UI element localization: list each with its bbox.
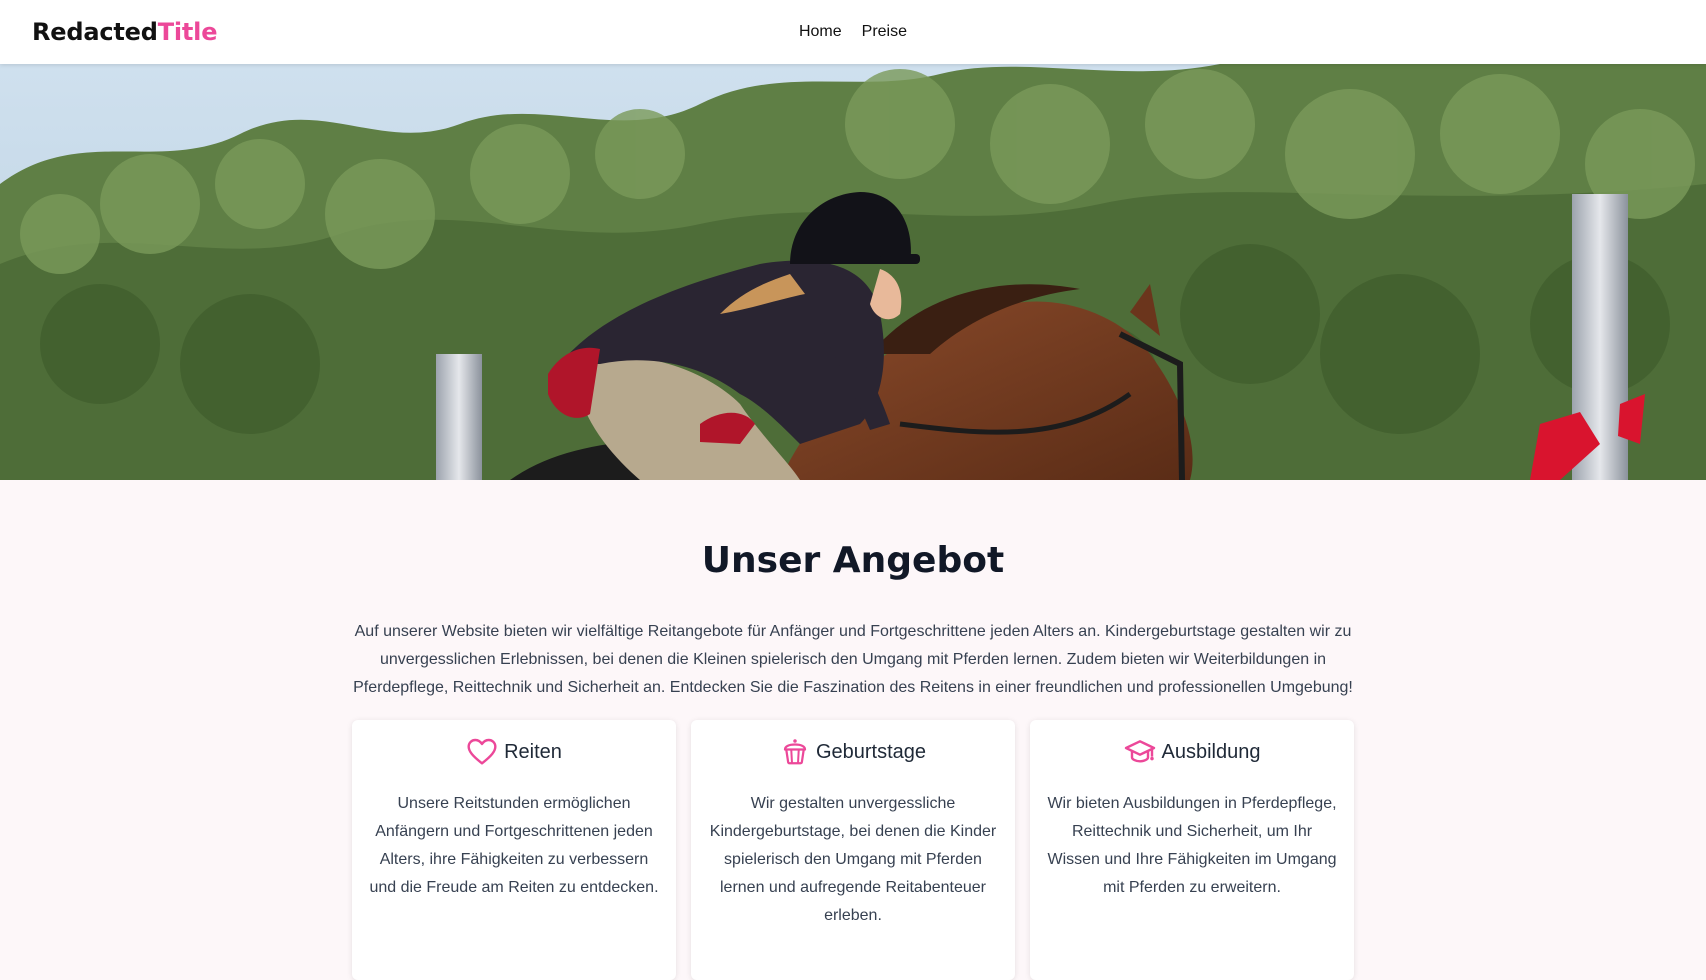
brand-name-part2: Title xyxy=(157,18,218,46)
cake-icon xyxy=(780,737,810,767)
main-nav: Home Preise xyxy=(0,0,1706,64)
heart-icon xyxy=(466,736,498,768)
card-text: Wir bieten Ausbildungen in Pferdepflege,… xyxy=(1047,795,1337,896)
section-title: Unser Angebot xyxy=(701,540,1005,581)
card-geburtstage[interactable]: Geburtstage Wir gestalten unvergessliche… xyxy=(691,720,1015,980)
card-text: Wir gestalten unvergessliche Kindergebur… xyxy=(709,795,997,924)
card-ausbildung[interactable]: Ausbildung Wir bieten Ausbildungen in Pf… xyxy=(1030,720,1354,980)
card-text: Unsere Reitstunden ermöglichen Anfängern… xyxy=(369,795,659,896)
site-header: RedactedTitle Home Preise xyxy=(0,0,1706,64)
brand-logo[interactable]: RedactedTitle xyxy=(32,18,217,46)
hero-image xyxy=(0,64,1706,480)
graduation-cap-icon xyxy=(1124,736,1156,768)
offer-cards: Reiten Unsere Reitstunden ermöglichen An… xyxy=(352,720,1354,980)
card-header: Geburtstage xyxy=(707,734,999,770)
card-reiten[interactable]: Reiten Unsere Reitstunden ermöglichen An… xyxy=(352,720,676,980)
card-header: Reiten xyxy=(368,734,660,770)
card-title: Reiten xyxy=(504,740,562,763)
nav-link-preise[interactable]: Preise xyxy=(858,21,911,43)
card-title: Geburtstage xyxy=(815,740,927,763)
card-header: Ausbildung xyxy=(1046,734,1338,770)
hero-photo-illustration xyxy=(0,64,1706,480)
nav-link-home[interactable]: Home xyxy=(795,21,846,43)
brand-name-part1: Redacted xyxy=(32,18,158,46)
card-title: Ausbildung xyxy=(1161,740,1261,763)
intro-paragraph: Auf unserer Website bieten wir vielfälti… xyxy=(353,623,1353,696)
